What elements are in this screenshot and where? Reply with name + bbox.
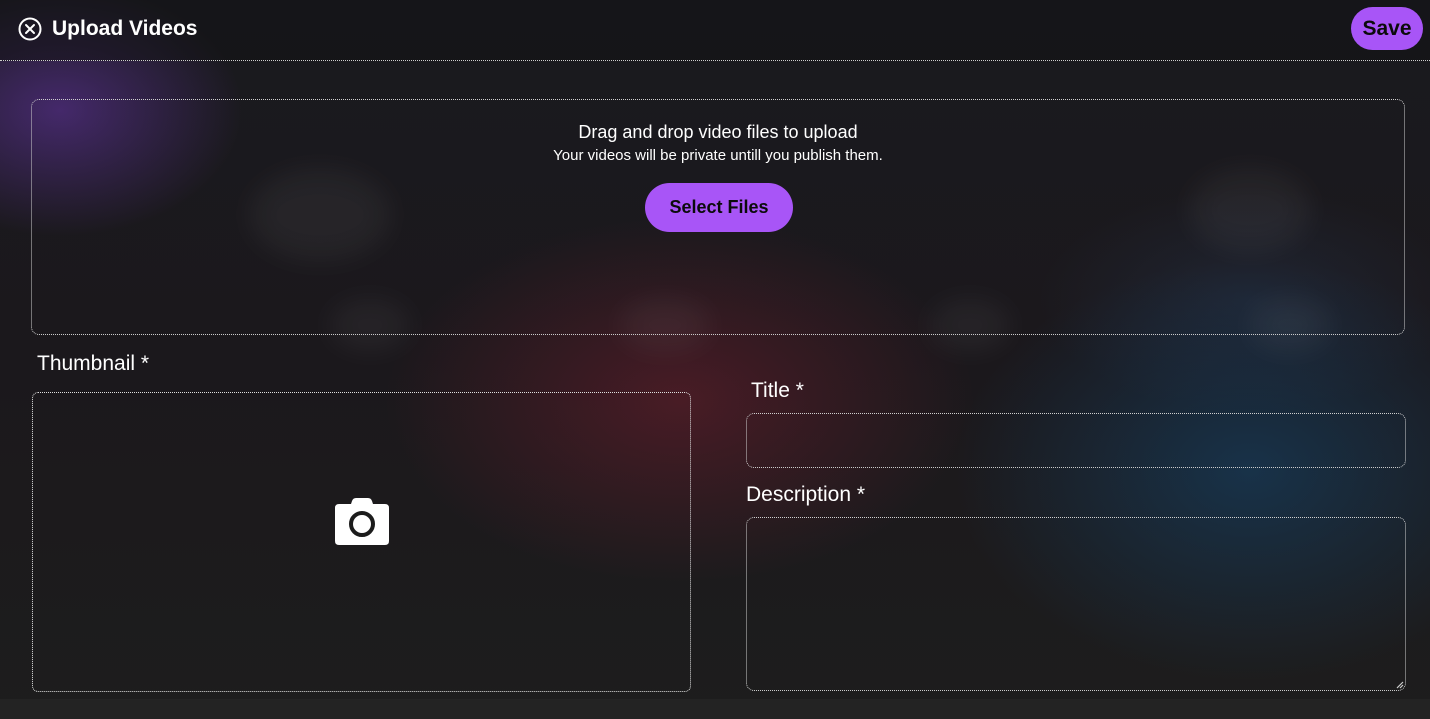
- description-input[interactable]: [746, 517, 1406, 691]
- title-label: Title *: [751, 379, 804, 402]
- save-button[interactable]: Save: [1351, 7, 1423, 50]
- modal-header: Upload Videos Save: [0, 0, 1430, 61]
- thumbnail-label: Thumbnail *: [37, 352, 150, 375]
- close-circle-icon[interactable]: [18, 17, 42, 41]
- title-input[interactable]: [746, 413, 1406, 468]
- footer-strip: [0, 699, 1430, 719]
- description-label: Description *: [746, 483, 866, 506]
- camera-icon: [335, 498, 389, 545]
- dropzone-subtitle: Your videos will be private untill you p…: [553, 147, 883, 164]
- resize-grip-icon[interactable]: [1394, 679, 1404, 689]
- page: Upload Videos Save Drag and drop video f…: [0, 0, 1430, 719]
- video-dropzone[interactable]: Drag and drop video files to upload Your…: [31, 99, 1405, 335]
- select-files-button[interactable]: Select Files: [645, 183, 793, 232]
- thumbnail-upload-area[interactable]: [32, 392, 691, 692]
- upload-videos-modal: Upload Videos Save Drag and drop video f…: [0, 0, 1430, 697]
- modal-title: Upload Videos: [52, 17, 198, 40]
- dropzone-title: Drag and drop video files to upload: [578, 122, 858, 142]
